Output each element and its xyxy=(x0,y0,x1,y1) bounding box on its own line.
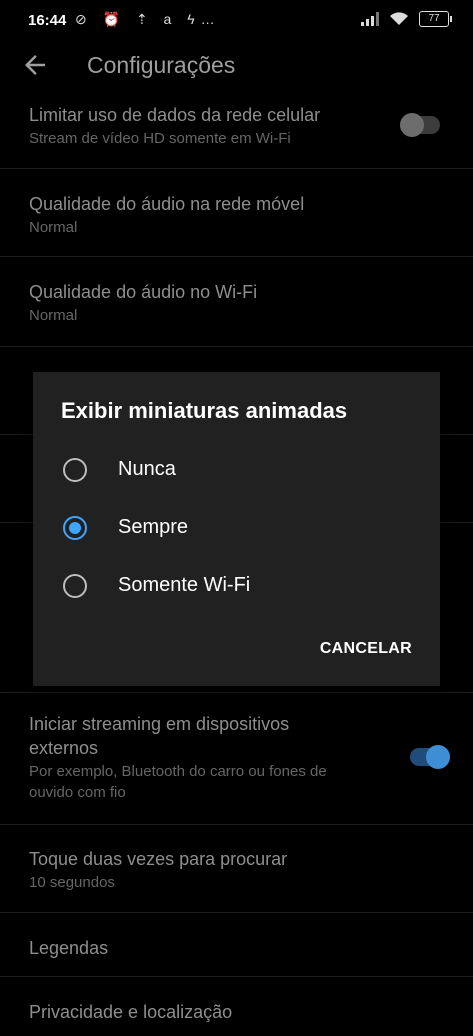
external-streaming-toggle[interactable] xyxy=(410,745,450,769)
setting-subtitle: Stream de vídeo HD somente em Wi-Fi xyxy=(29,130,291,147)
option-never[interactable]: Nunca xyxy=(33,442,440,498)
option-label: Nunca xyxy=(118,458,176,480)
setting-captions[interactable]: Legendas xyxy=(0,912,473,977)
setting-audio-quality-wifi[interactable]: Qualidade do áudio no Wi-Fi Normal xyxy=(0,256,473,347)
setting-title: Limitar uso de dados da rede celular xyxy=(29,105,321,125)
option-label: Somente Wi-Fi xyxy=(118,574,251,596)
toggle-knob xyxy=(426,745,450,769)
radio-button[interactable] xyxy=(63,458,87,482)
toggle-knob xyxy=(400,113,424,137)
setting-title: Qualidade do áudio na rede móvel xyxy=(29,194,305,214)
status-time: 16:44 xyxy=(28,12,67,29)
setting-title: Toque duas vezes para procurar xyxy=(29,849,288,869)
setting-external-streaming[interactable]: Iniciar streaming em dispositivos extern… xyxy=(0,692,473,825)
battery-icon: 77 xyxy=(419,11,452,27)
wifi-icon xyxy=(390,12,408,25)
setting-title: Legendas xyxy=(29,938,109,958)
setting-title: Qualidade do áudio no Wi-Fi xyxy=(29,282,258,302)
option-always[interactable]: Sempre xyxy=(33,500,440,556)
option-wifi-only[interactable]: Somente Wi-Fi xyxy=(33,558,440,614)
radio-button-selected[interactable] xyxy=(63,516,87,540)
app-bar: Configurações xyxy=(0,40,473,96)
setting-subtitle: Por exemplo, Bluetooth do carro ou fones… xyxy=(29,763,327,801)
limit-data-toggle[interactable] xyxy=(400,113,440,137)
setting-subtitle: 10 segundos xyxy=(29,874,115,891)
back-arrow-icon[interactable] xyxy=(20,50,50,80)
setting-title: Privacidade e localização xyxy=(29,1002,233,1022)
setting-subtitle: Normal xyxy=(29,307,78,324)
setting-subtitle: Normal xyxy=(29,219,78,236)
status-right: 77 xyxy=(361,11,452,27)
setting-title: Iniciar streaming em dispositivos extern… xyxy=(29,714,290,758)
animated-thumbnails-dialog: Exibir miniaturas animadas Nunca Sempre … xyxy=(33,372,440,686)
setting-audio-quality-mobile[interactable]: Qualidade do áudio na rede móvel Normal xyxy=(0,168,473,257)
notification-icons: ⊘ ⏰ ⇡ a ϟ… xyxy=(75,11,221,27)
dialog-title: Exibir miniaturas animadas xyxy=(61,398,348,423)
page-title: Configurações xyxy=(87,52,236,78)
setting-privacy-location[interactable]: Privacidade e localização xyxy=(0,976,473,1036)
status-bar: 16:44 ⊘ ⏰ ⇡ a ϟ… 77 xyxy=(0,0,473,40)
option-label: Sempre xyxy=(118,516,189,538)
signal-icon xyxy=(361,12,379,26)
radio-button[interactable] xyxy=(63,574,87,598)
cancel-button[interactable]: CANCELAR xyxy=(320,640,412,658)
setting-double-tap-seek[interactable]: Toque duas vezes para procurar 10 segund… xyxy=(0,824,473,913)
setting-limit-mobile-data[interactable]: Limitar uso de dados da rede celular Str… xyxy=(0,96,473,169)
